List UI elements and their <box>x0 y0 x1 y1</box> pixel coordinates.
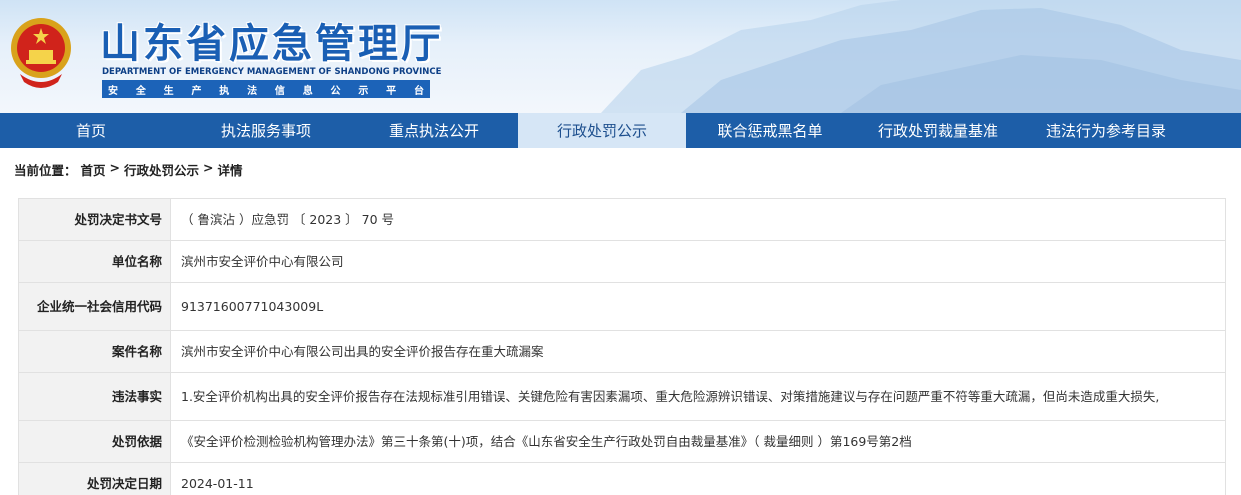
detail-value: 2024-01-11 <box>170 463 1225 495</box>
subtitle-char: 全 <box>135 85 146 97</box>
detail-row-credit-code: 企业统一社会信用代码 91371600771043009L <box>18 283 1226 331</box>
nav-item-enforcement-services[interactable]: 执法服务事项 <box>182 113 350 148</box>
detail-value: 1.安全评价机构出具的安全评价报告存在法规标准引用错误、关键危险有害因素漏项、重… <box>170 373 1225 420</box>
detail-label: 处罚决定日期 <box>19 463 170 495</box>
subtitle-char: 安 <box>108 85 118 97</box>
subtitle-char: 产 <box>191 85 202 97</box>
subtitle-char: 法 <box>247 85 258 97</box>
header-banner: 山东省应急管理厅 DEPARTMENT OF EMERGENCY MANAGEM… <box>0 0 1241 113</box>
detail-row-decision-number: 处罚决定书文号 （ 鲁滨沾 ）应急罚 〔 2023 〕 70 号 <box>18 199 1226 241</box>
detail-value: 91371600771043009L <box>170 283 1225 330</box>
detail-row-unit-name: 单位名称 滨州市安全评价中心有限公司 <box>18 241 1226 283</box>
detail-row-violation-facts: 违法事实 1.安全评价机构出具的安全评价报告存在法规标准引用错误、关键危险有害因… <box>18 373 1226 421</box>
detail-row-penalty-basis: 处罚依据 《安全评价检测检验机构管理办法》第三十条第(十)项，结合《山东省安全生… <box>18 421 1226 463</box>
subtitle-char: 台 <box>413 85 424 97</box>
detail-value: 滨州市安全评价中心有限公司 <box>170 241 1225 282</box>
breadcrumb-home-link[interactable]: 首页 <box>81 160 106 179</box>
breadcrumb-current: 详情 <box>217 163 243 178</box>
detail-row-case-name: 案件名称 滨州市安全评价中心有限公司出具的安全评价报告存在重大疏漏案 <box>18 331 1226 373</box>
detail-row-decision-date: 处罚决定日期 2024-01-11 <box>18 463 1226 495</box>
nav-item-blacklist[interactable]: 联合惩戒黑名单 <box>686 113 854 148</box>
breadcrumb-separator: > <box>203 160 214 175</box>
detail-label: 违法事实 <box>19 373 170 420</box>
main-nav: 首页 执法服务事项 重点执法公开 行政处罚公示 联合惩戒黑名单 行政处罚裁量基准… <box>0 113 1241 148</box>
detail-label: 企业统一社会信用代码 <box>19 283 170 330</box>
detail-label: 单位名称 <box>19 241 170 282</box>
detail-label: 处罚依据 <box>19 421 170 462</box>
detail-label: 处罚决定书文号 <box>19 199 170 240</box>
detail-value: （ 鲁滨沾 ）应急罚 〔 2023 〕 70 号 <box>170 199 1225 240</box>
subtitle-char: 息 <box>302 85 313 97</box>
detail-value: 《安全评价检测检验机构管理办法》第三十条第(十)项，结合《山东省安全生产行政处罚… <box>170 421 1225 462</box>
nav-item-penalty-benchmark[interactable]: 行政处罚裁量基准 <box>854 113 1022 148</box>
subtitle-char: 信 <box>274 85 285 97</box>
nav-item-violation-catalog[interactable]: 违法行为参考目录 <box>1022 113 1190 148</box>
subtitle-char: 示 <box>358 85 369 97</box>
nav-item-home[interactable]: 首页 <box>0 113 182 148</box>
nav-item-penalty-disclosure[interactable]: 行政处罚公示 <box>518 113 686 148</box>
site-subtitle-cn: 安 全 生 产 执 法 信 息 公 示 平 台 <box>102 80 430 98</box>
penalty-detail-table: 处罚决定书文号 （ 鲁滨沾 ）应急罚 〔 2023 〕 70 号 单位名称 滨州… <box>18 198 1226 495</box>
detail-value: 滨州市安全评价中心有限公司出具的安全评价报告存在重大疏漏案 <box>170 331 1225 372</box>
breadcrumb: 当前位置： 首页 > 行政处罚公示 > 详情 <box>14 160 243 179</box>
national-emblem-icon <box>11 18 71 88</box>
detail-label: 案件名称 <box>19 331 170 372</box>
subtitle-char: 平 <box>386 85 397 97</box>
breadcrumb-separator: > <box>109 160 121 175</box>
breadcrumb-prefix: 当前位置： <box>14 163 77 178</box>
subtitle-char: 生 <box>163 85 174 97</box>
breadcrumb-section-link[interactable]: 行政处罚公示 <box>124 160 199 179</box>
subtitle-char: 公 <box>330 85 341 97</box>
province-map-graphic <box>601 0 1241 113</box>
site-title: 山东省应急管理厅 <box>100 21 444 67</box>
subtitle-char: 执 <box>219 85 230 97</box>
site-subtitle-en: DEPARTMENT OF EMERGENCY MANAGEMENT OF SH… <box>102 67 442 77</box>
nav-item-key-enforcement[interactable]: 重点执法公开 <box>350 113 518 148</box>
